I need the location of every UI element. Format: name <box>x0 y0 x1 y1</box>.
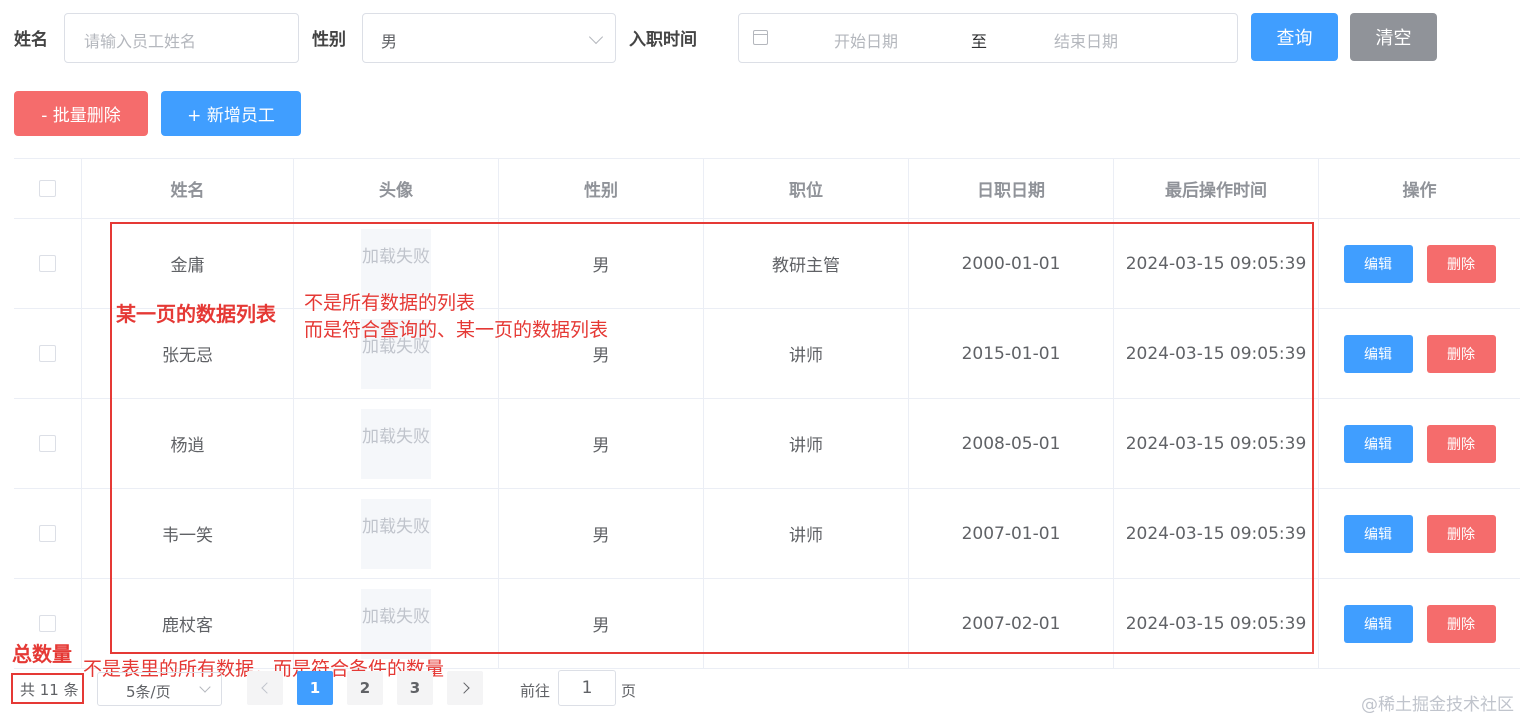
query-button[interactable]: 查询 <box>1251 13 1338 61</box>
edit-button[interactable]: 编辑 <box>1343 514 1413 553</box>
chevron-left-icon <box>260 682 273 694</box>
row-checkbox[interactable] <box>39 525 56 542</box>
calendar-icon <box>753 30 768 45</box>
header-name: 姓名 <box>82 159 294 218</box>
goto-prefix: 前往 <box>520 682 551 700</box>
delete-button[interactable]: 删除 <box>1426 424 1496 463</box>
search-form: 姓名 请输入员工姓名 性别 男 入职时间 开始日期 至 结束日期 查询 清空 <box>14 13 1514 63</box>
chevron-right-icon <box>457 682 470 694</box>
edit-button[interactable]: 编辑 <box>1343 244 1413 283</box>
row-checkbox[interactable] <box>39 345 56 362</box>
edit-button[interactable]: 编辑 <box>1343 604 1413 643</box>
header-avatar: 头像 <box>294 159 499 218</box>
name-input[interactable]: 请输入员工姓名 <box>64 13 299 63</box>
gender-select[interactable]: 男 <box>362 13 616 63</box>
row-checkbox[interactable] <box>39 255 56 272</box>
chevron-down-icon <box>588 29 604 45</box>
entry-date-range-picker[interactable]: 开始日期 至 结束日期 <box>738 13 1238 63</box>
delete-button[interactable]: 删除 <box>1426 604 1496 643</box>
watermark: @稀土掘金技术社区 <box>1361 695 1514 715</box>
next-page-button[interactable] <box>447 671 483 705</box>
header-updated: 最后操作时间 <box>1114 159 1319 218</box>
delete-button[interactable]: 删除 <box>1426 244 1496 283</box>
header-entry-date: 日职日期 <box>909 159 1114 218</box>
clear-button[interactable]: 清空 <box>1350 13 1437 61</box>
page-list-annotation-line1: 不是所有数据的列表 <box>304 292 476 314</box>
pagination-total: 共 11 条 <box>20 681 79 699</box>
row-checkbox[interactable] <box>39 615 56 632</box>
header-gender: 性别 <box>499 159 704 218</box>
date-range-separator: 至 <box>971 32 988 51</box>
header-position: 职位 <box>704 159 909 218</box>
name-label: 姓名 <box>14 30 48 50</box>
page-2-button[interactable]: 2 <box>347 671 383 705</box>
gender-select-value: 男 <box>381 32 398 51</box>
add-employee-button[interactable]: + 新增员工 <box>161 91 301 136</box>
delete-button[interactable]: 删除 <box>1426 514 1496 553</box>
chevron-down-icon <box>199 681 211 693</box>
table-header: 姓名 头像 性别 职位 日职日期 最后操作时间 操作 <box>14 159 1520 219</box>
entry-time-label: 入职时间 <box>629 30 697 50</box>
goto-page-input[interactable]: 1 <box>558 670 616 706</box>
row-checkbox[interactable] <box>39 435 56 452</box>
page-3-button[interactable]: 3 <box>397 671 433 705</box>
header-actions: 操作 <box>1402 181 1437 201</box>
page-list-annotation-title: 某一页的数据列表 <box>116 302 276 326</box>
start-date-input[interactable]: 开始日期 <box>834 28 898 52</box>
page-list-annotation-line2: 而是符合查询的、某一页的数据列表 <box>304 319 609 341</box>
end-date-input[interactable]: 结束日期 <box>1054 28 1118 52</box>
gender-label: 性别 <box>312 30 346 50</box>
select-all-cell <box>14 159 82 218</box>
prev-page-button[interactable] <box>247 671 283 705</box>
page-size-select[interactable]: 5条/页 <box>97 672 222 706</box>
page-list-annotation-box <box>110 222 1314 654</box>
select-all-checkbox[interactable] <box>39 180 56 197</box>
name-input-placeholder: 请输入员工姓名 <box>84 32 197 51</box>
delete-button[interactable]: 删除 <box>1426 334 1496 373</box>
page-size-value: 5条/页 <box>126 683 171 701</box>
edit-button[interactable]: 编辑 <box>1343 424 1413 463</box>
batch-delete-button[interactable]: - 批量删除 <box>14 91 148 136</box>
goto-suffix: 页 <box>621 682 637 700</box>
page-1-button[interactable]: 1 <box>297 671 333 705</box>
total-annotation-title: 总数量 <box>12 642 72 666</box>
edit-button[interactable]: 编辑 <box>1343 334 1413 373</box>
